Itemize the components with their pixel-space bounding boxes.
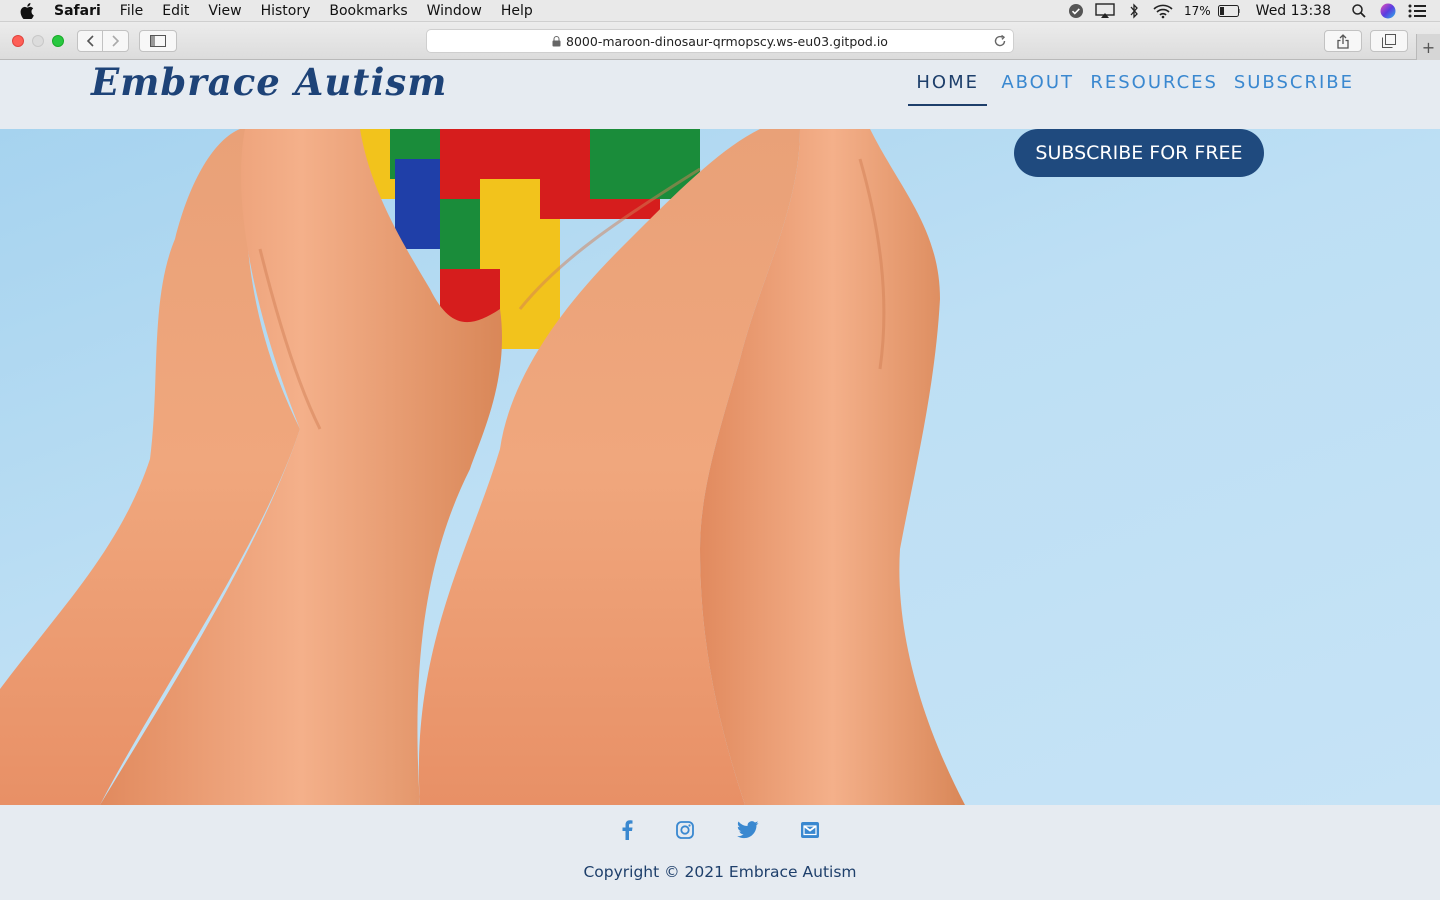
url-text: 8000-maroon-dinosaur-qrmopscy.ws-eu03.gi…: [566, 33, 888, 49]
share-button[interactable]: [1324, 30, 1362, 52]
sidebar-toggle-button[interactable]: [139, 30, 177, 52]
nav-home[interactable]: HOME: [908, 72, 987, 106]
menu-edit[interactable]: Edit: [162, 3, 189, 19]
wifi-icon[interactable]: [1152, 0, 1174, 22]
menu-help[interactable]: Help: [501, 3, 533, 19]
nav-resources[interactable]: RESOURCES: [1082, 72, 1226, 106]
instagram-icon[interactable]: [674, 819, 696, 841]
new-tab-button[interactable]: +: [1416, 34, 1440, 60]
menu-history[interactable]: History: [261, 3, 311, 19]
back-button[interactable]: [77, 30, 103, 52]
nav-about[interactable]: ABOUT: [993, 72, 1082, 106]
menu-file[interactable]: File: [120, 3, 143, 19]
chevron-right-icon: [111, 35, 119, 47]
site-header: Embrace Autism HOME ABOUT RESOURCES SUBS…: [0, 60, 1440, 129]
battery-icon[interactable]: [1217, 0, 1240, 22]
subscribe-for-free-button[interactable]: SUBSCRIBE FOR FREE: [1014, 129, 1264, 177]
minimize-window-button[interactable]: [32, 35, 44, 47]
menu-window[interactable]: Window: [427, 3, 482, 19]
hero-section: SUBSCRIBE FOR FREE: [0, 129, 1440, 805]
notification-center-icon[interactable]: [1406, 0, 1428, 22]
facebook-icon[interactable]: [616, 819, 638, 841]
envelope-icon[interactable]: [799, 819, 821, 841]
fullscreen-window-button[interactable]: [52, 35, 64, 47]
forward-button[interactable]: [103, 30, 129, 52]
twitter-icon[interactable]: [737, 819, 759, 841]
tabs-icon: [1382, 34, 1396, 48]
checkmark-status-icon[interactable]: [1065, 0, 1087, 22]
siri-icon[interactable]: [1377, 0, 1399, 22]
browser-toolbar: 8000-maroon-dinosaur-qrmopscy.ws-eu03.gi…: [0, 22, 1440, 60]
spotlight-search-icon[interactable]: [1348, 0, 1370, 22]
menu-bookmarks[interactable]: Bookmarks: [329, 3, 407, 19]
menu-view[interactable]: View: [208, 3, 241, 19]
plus-icon: +: [1421, 37, 1436, 57]
macos-menubar: Safari File Edit View History Bookmarks …: [0, 0, 1440, 22]
share-icon: [1337, 33, 1349, 49]
address-bar[interactable]: 8000-maroon-dinosaur-qrmopscy.ws-eu03.gi…: [426, 29, 1014, 53]
menubar-clock[interactable]: Wed 13:38: [1256, 3, 1331, 19]
nav-subscribe[interactable]: SUBSCRIBE: [1226, 72, 1362, 106]
tab-overview-button[interactable]: [1370, 30, 1408, 52]
lock-icon: [552, 35, 561, 47]
menu-app-name[interactable]: Safari: [54, 3, 101, 19]
hero-image-hands-puzzle-heart: [0, 129, 965, 805]
copyright-text: Copyright © 2021 Embrace Autism: [583, 863, 857, 881]
site-footer: Copyright © 2021 Embrace Autism: [0, 805, 1440, 900]
sidebar-icon: [150, 35, 166, 47]
airplay-icon[interactable]: [1094, 0, 1116, 22]
bluetooth-icon[interactable]: [1123, 0, 1145, 22]
reload-icon[interactable]: [993, 34, 1007, 48]
close-window-button[interactable]: [12, 35, 24, 47]
apple-menu-icon[interactable]: [20, 2, 36, 19]
site-logo[interactable]: Embrace Autism: [91, 60, 447, 104]
chevron-left-icon: [86, 35, 94, 47]
battery-percent: 17%: [1184, 4, 1211, 18]
